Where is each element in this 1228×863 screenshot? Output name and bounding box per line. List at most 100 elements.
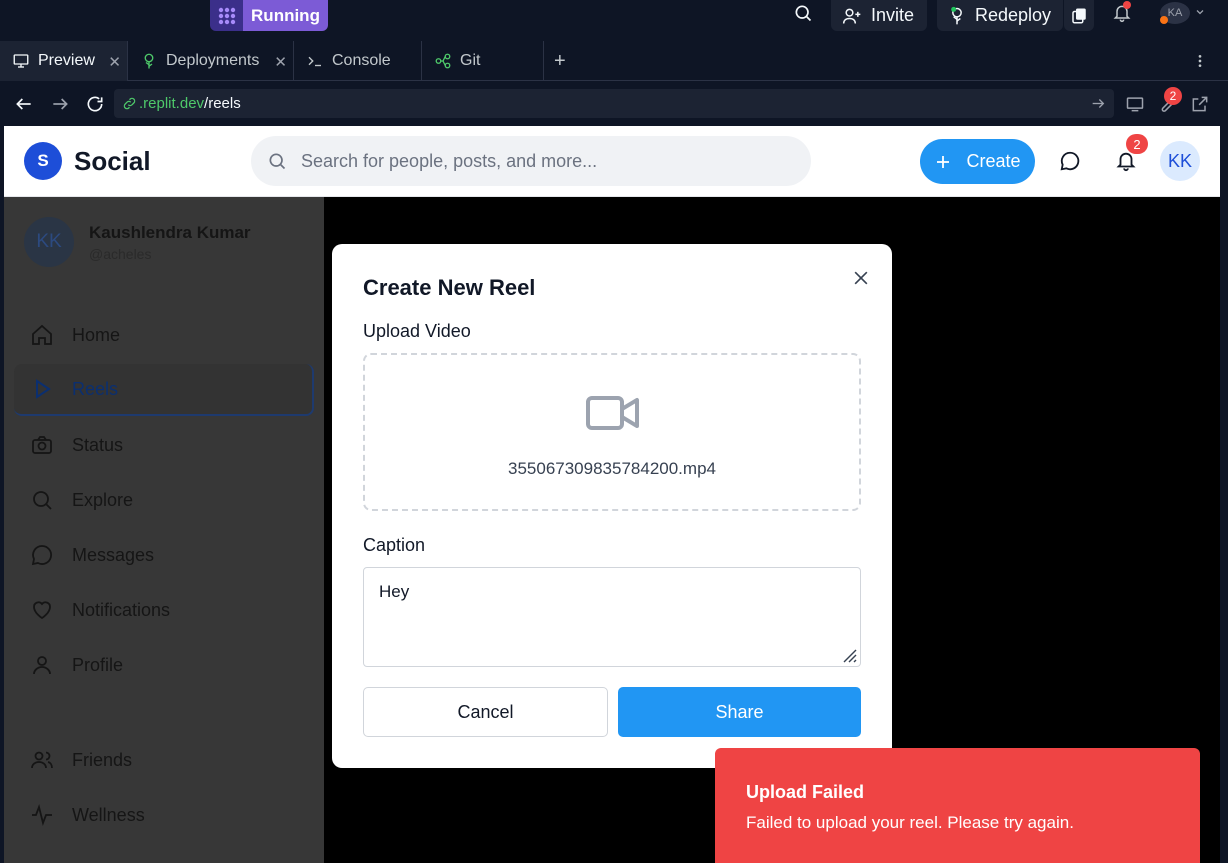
git-icon xyxy=(435,53,451,69)
sidebar-item-label: Reels xyxy=(72,378,119,399)
create-button[interactable]: Create xyxy=(920,139,1035,184)
notification-dot xyxy=(1123,1,1131,9)
devtools-badge: 2 xyxy=(1164,87,1182,105)
upload-video-label: Upload Video xyxy=(363,321,471,341)
create-label: Create xyxy=(966,151,1021,171)
invite-button[interactable]: Invite xyxy=(831,0,927,31)
status-dot xyxy=(1160,16,1168,24)
caption-label: Caption xyxy=(363,535,426,555)
replit-logo-icon[interactable] xyxy=(210,0,244,31)
notification-badge: 2 xyxy=(1126,134,1148,154)
url-toolbar: .replit.dev/reels xyxy=(0,81,1228,126)
close-icon[interactable] xyxy=(851,268,871,288)
sidebar-item-reels[interactable]: Reels xyxy=(14,364,314,416)
refresh-icon[interactable] xyxy=(85,94,105,114)
replit-topbar: Running Invite Redeploy KA xyxy=(0,0,1228,41)
sidebar-item-explore[interactable]: Explore xyxy=(14,474,314,526)
redeploy-button[interactable]: Redeploy xyxy=(937,0,1063,31)
tab-label: Console xyxy=(332,52,391,69)
add-user-icon xyxy=(842,8,861,24)
sidebar-user-name[interactable]: Kaushlendra Kumar xyxy=(89,223,251,243)
sidebar-item-label: Friends xyxy=(72,749,133,770)
tab-bar: Preview ✕ Deployments ✕ Console Git xyxy=(0,41,1228,81)
avatar[interactable]: KK xyxy=(1160,141,1200,181)
sidebar-item-friends[interactable]: Friends xyxy=(14,734,314,786)
deploy-icon xyxy=(144,53,154,69)
link-icon xyxy=(123,97,136,110)
sidebar-item-label: Messages xyxy=(72,544,155,565)
close-icon[interactable]: ✕ xyxy=(274,53,287,71)
redeploy-label: Redeploy xyxy=(975,5,1052,25)
tab-console[interactable]: Console xyxy=(294,41,422,81)
tab-preview[interactable]: Preview ✕ xyxy=(0,41,128,81)
activity-icon xyxy=(32,803,52,827)
resize-handle-icon[interactable] xyxy=(840,646,858,664)
sidebar-item-notifications[interactable]: Notifications xyxy=(14,584,314,636)
error-toast[interactable]: Upload Failed Failed to upload your reel… xyxy=(715,748,1200,863)
url-path: /reels xyxy=(204,95,241,112)
sidebar-item-label: Profile xyxy=(72,654,124,675)
user-icon xyxy=(33,656,51,675)
back-arrow-icon[interactable] xyxy=(14,94,34,114)
share-button[interactable]: Share xyxy=(618,687,861,737)
tab-label: Preview xyxy=(38,52,95,69)
external-link-icon[interactable] xyxy=(1190,94,1210,114)
search-icon[interactable] xyxy=(789,0,817,26)
message-icon xyxy=(31,545,53,566)
sidebar-item-wellness[interactable]: Wellness xyxy=(14,789,314,841)
search-icon xyxy=(33,491,52,510)
forward-arrow-icon[interactable] xyxy=(50,94,70,114)
selected-file-name: 355067309835784200.mp4 xyxy=(508,459,716,478)
app-header: S Social Create 2 KK xyxy=(4,126,1220,197)
add-tab-icon[interactable]: + xyxy=(554,50,566,73)
brand-name[interactable]: Social xyxy=(74,146,151,177)
search-icon xyxy=(269,153,286,170)
video-dropzone[interactable]: 355067309835784200.mp4 xyxy=(363,353,861,511)
sidebar-item-messages[interactable]: Messages xyxy=(14,529,314,581)
sidebar-item-profile[interactable]: Profile xyxy=(14,639,314,691)
go-arrow-icon[interactable] xyxy=(1090,89,1106,118)
devices-icon[interactable] xyxy=(1125,94,1145,114)
camera-icon xyxy=(32,436,52,454)
sidebar-user-handle: @acheles xyxy=(89,246,152,262)
terminal-icon xyxy=(308,56,321,67)
caption-textarea[interactable]: Hey xyxy=(363,567,861,667)
more-vertical-icon[interactable] xyxy=(1192,52,1208,70)
home-icon xyxy=(32,324,52,345)
deploy-icon xyxy=(951,6,962,24)
close-icon[interactable]: ✕ xyxy=(108,53,121,71)
search-bar[interactable] xyxy=(251,136,811,186)
sidebar-item-label: Explore xyxy=(72,489,134,510)
toast-title: Upload Failed xyxy=(746,782,865,802)
url-host: .replit.dev xyxy=(139,95,205,112)
modal-title: Create New Reel xyxy=(363,275,536,300)
tab-git[interactable]: Git xyxy=(422,41,544,81)
bell-icon[interactable] xyxy=(1108,0,1136,26)
cancel-button[interactable]: Cancel xyxy=(363,687,608,737)
invite-label: Invite xyxy=(871,5,915,25)
sidebar-item-label: Home xyxy=(72,324,121,345)
message-icon[interactable] xyxy=(1059,150,1081,172)
sidebar-item-home[interactable]: Home xyxy=(14,309,314,361)
sidebar-item-status[interactable]: Status xyxy=(14,419,314,471)
sidebar-item-label: Wellness xyxy=(72,804,145,825)
tab-deployments[interactable]: Deployments ✕ xyxy=(128,41,294,81)
play-icon xyxy=(36,379,51,399)
monitor-icon xyxy=(13,54,29,68)
sidebar: KK Kaushlendra Kumar @acheles Home Reels… xyxy=(4,197,324,863)
heart-icon xyxy=(33,601,51,620)
users-icon xyxy=(31,751,53,769)
chevron-down-icon[interactable] xyxy=(1194,6,1206,18)
copy-icon[interactable] xyxy=(1064,0,1094,31)
logo[interactable]: S xyxy=(24,142,62,180)
toast-message: Failed to upload your reel. Please try a… xyxy=(746,813,1074,832)
sidebar-item-label: Notifications xyxy=(72,599,171,620)
sidebar-item-label: Status xyxy=(72,434,124,455)
search-input[interactable] xyxy=(301,150,781,172)
plus-icon xyxy=(937,155,950,168)
tab-label: Deployments xyxy=(166,52,260,69)
video-camera-icon xyxy=(586,396,639,430)
sidebar-avatar[interactable]: KK xyxy=(24,217,74,267)
url-input[interactable]: .replit.dev/reels xyxy=(114,89,1114,118)
run-button[interactable]: Running xyxy=(243,0,328,31)
